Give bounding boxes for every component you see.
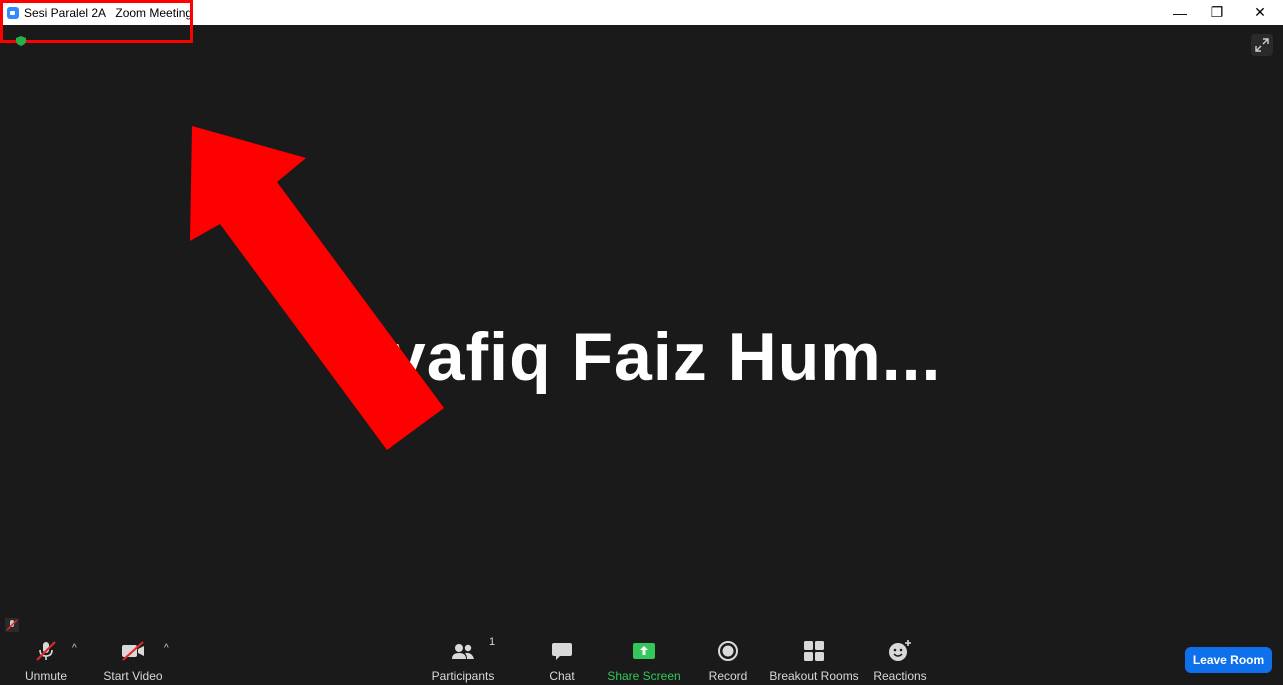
chat-bubble-icon bbox=[550, 638, 574, 664]
meeting-toolbar: Unmute ^ Start Video ^ 1 Participants Ch… bbox=[0, 633, 1283, 685]
chat-button[interactable]: Chat bbox=[546, 638, 578, 683]
leave-room-button[interactable]: Leave Room bbox=[1185, 647, 1272, 673]
muted-microphone-icon bbox=[34, 638, 58, 664]
reactions-button[interactable]: Reactions bbox=[873, 638, 927, 683]
start-video-label: Start Video bbox=[103, 669, 163, 683]
video-off-camera-icon bbox=[120, 638, 146, 664]
record-label: Record bbox=[708, 669, 748, 683]
record-icon bbox=[716, 638, 740, 664]
breakout-rooms-grid-icon bbox=[803, 638, 825, 664]
record-button[interactable]: Record bbox=[708, 638, 748, 683]
audio-options-caret[interactable]: ^ bbox=[72, 643, 77, 654]
participants-label: Participants bbox=[431, 669, 495, 683]
participants-count: 1 bbox=[489, 636, 496, 648]
reactions-smiley-icon bbox=[887, 638, 913, 664]
reactions-label: Reactions bbox=[873, 669, 927, 683]
chat-label: Chat bbox=[549, 669, 575, 683]
breakout-rooms-label: Breakout Rooms bbox=[769, 669, 859, 683]
annotation-arrow-icon bbox=[190, 126, 444, 450]
share-screen-label: Share Screen bbox=[607, 669, 681, 683]
share-screen-button[interactable]: Share Screen bbox=[607, 638, 681, 683]
participants-button[interactable]: 1 Participants bbox=[431, 636, 495, 683]
video-options-caret[interactable]: ^ bbox=[164, 643, 169, 654]
unmute-label: Unmute bbox=[24, 669, 68, 683]
close-button[interactable]: ✕ bbox=[1240, 0, 1280, 25]
share-screen-icon bbox=[632, 638, 656, 664]
minimize-button[interactable]: — bbox=[1160, 0, 1200, 25]
annotation-highlight-box bbox=[0, 0, 193, 43]
muted-mic-indicator-icon bbox=[5, 618, 19, 632]
unmute-button[interactable]: Unmute bbox=[22, 638, 70, 683]
participants-icon: 1 bbox=[450, 636, 495, 664]
restore-button[interactable]: ❐ bbox=[1197, 0, 1237, 25]
fullscreen-icon[interactable] bbox=[1251, 34, 1273, 56]
breakout-rooms-button[interactable]: Breakout Rooms bbox=[769, 638, 859, 683]
start-video-button[interactable]: Start Video bbox=[101, 638, 165, 683]
security-shield-icon[interactable] bbox=[15, 36, 27, 46]
